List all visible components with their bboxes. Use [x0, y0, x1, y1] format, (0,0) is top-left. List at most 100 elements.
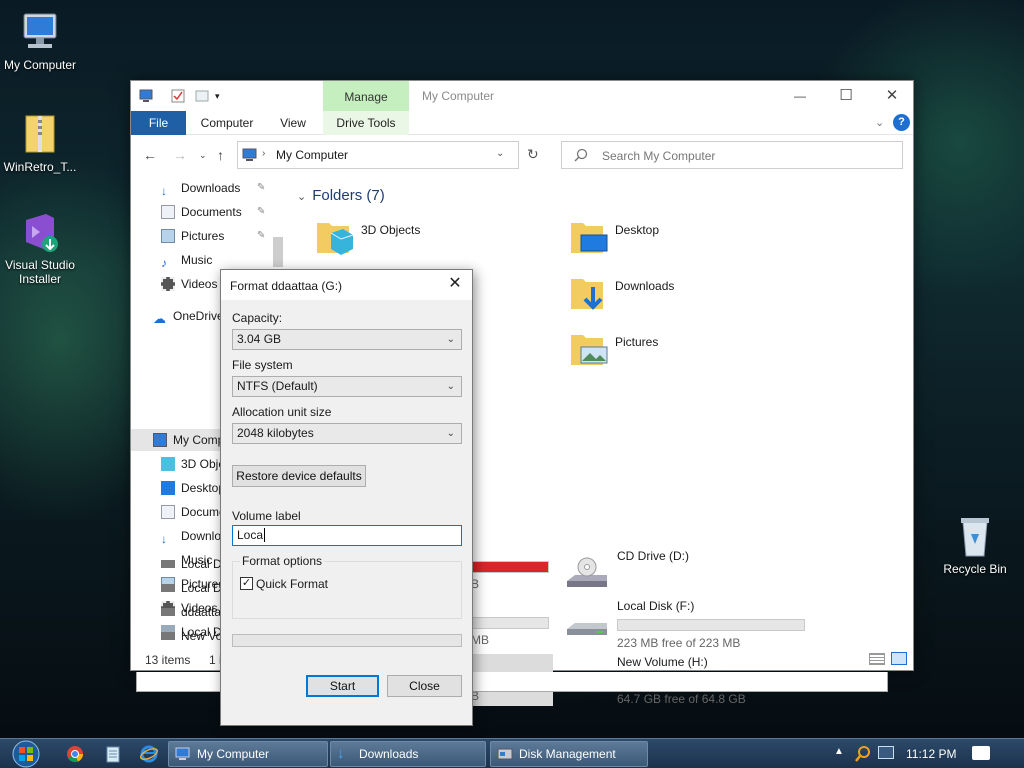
- chevron-down-icon: ⌄: [446, 381, 455, 392]
- pin-icon[interactable]: ✎: [257, 177, 265, 199]
- download-arrow-icon: ↓: [161, 532, 167, 546]
- nav-item-videos[interactable]: Videos: [161, 273, 217, 295]
- folder-downloads[interactable]: Downloads: [569, 273, 809, 321]
- search-icon: [574, 148, 588, 165]
- folder-3d-objects[interactable]: 3D Objects: [315, 217, 555, 265]
- nav-item-onedrive[interactable]: ☁ OneDrive: [153, 305, 224, 327]
- properties-icon[interactable]: [171, 89, 185, 103]
- film-icon: [161, 277, 175, 291]
- disk-management-icon: [497, 746, 513, 762]
- folders-group-header[interactable]: ⌄ Folders (7): [297, 187, 385, 204]
- nav-item-desktop[interactable]: Desktop: [161, 477, 225, 499]
- chevron-down-icon: ⌄: [297, 191, 307, 203]
- partial-drive-bar-1: [471, 561, 549, 573]
- chevron-down-icon: ⌄: [446, 334, 455, 345]
- desktop-icon-winretro[interactable]: WinRetro_T...: [0, 112, 80, 174]
- quick-format-label[interactable]: Quick Format: [256, 577, 328, 591]
- clock[interactable]: 11:12 PM: [906, 747, 956, 761]
- tab-file[interactable]: File: [131, 111, 186, 135]
- drive-icon: [161, 608, 175, 616]
- desktop-icon-visual-studio-installer[interactable]: Visual Studio Installer: [0, 210, 80, 286]
- tab-view[interactable]: View: [271, 111, 315, 135]
- nav-scrollbar[interactable]: [271, 173, 285, 273]
- computer-small-icon: [242, 148, 258, 165]
- download-arrow-icon: ↓: [337, 745, 345, 762]
- music-note-icon: ♪: [161, 256, 167, 270]
- folder-pictures[interactable]: Pictures: [569, 329, 809, 377]
- search-input[interactable]: Search My Computer: [602, 149, 715, 163]
- folder-desktop[interactable]: Desktop: [569, 217, 809, 265]
- folder-downloads-icon: [569, 273, 609, 313]
- details-view-icon[interactable]: [869, 653, 885, 665]
- drive-usage-bar: [617, 619, 805, 631]
- start-button[interactable]: [8, 740, 44, 768]
- minimize-button[interactable]: —: [777, 85, 823, 109]
- pin-icon[interactable]: ✎: [257, 225, 265, 247]
- close-button[interactable]: Close: [387, 675, 462, 697]
- desktop-icon-my-computer[interactable]: My Computer: [0, 10, 80, 72]
- restore-defaults-button[interactable]: Restore device defaults: [232, 465, 366, 487]
- taskbar-button-disk-management[interactable]: Disk Management: [490, 741, 648, 767]
- capacity-select[interactable]: 3.04 GB ⌄: [232, 329, 462, 350]
- tray-expand-icon[interactable]: ▲: [834, 746, 844, 757]
- desktop-icon: [161, 481, 175, 495]
- navigation-bar: ← → ⌄ ↑ › My Computer ⌄ ↻ Search My Comp…: [131, 136, 913, 172]
- content-scrollbar[interactable]: [899, 173, 913, 645]
- network-icon[interactable]: [878, 746, 894, 759]
- close-button[interactable]: ✕: [869, 85, 915, 109]
- help-icon[interactable]: ?: [893, 114, 910, 131]
- search-box[interactable]: Search My Computer: [561, 141, 903, 169]
- nav-item-music[interactable]: ♪ Music: [161, 249, 212, 271]
- internet-explorer-icon[interactable]: [140, 745, 158, 763]
- desktop-icon-recycle-bin[interactable]: Recycle Bin: [935, 514, 1015, 576]
- drive-icon: [161, 560, 175, 568]
- cube-icon: [161, 457, 175, 471]
- format-dialog-titlebar: Format ddaattaa (G:) ✕: [221, 270, 472, 300]
- chrome-icon[interactable]: [66, 745, 84, 763]
- forward-arrow-icon[interactable]: →: [173, 147, 187, 163]
- folder-desktop-icon: [569, 217, 609, 257]
- drive-cd-d[interactable]: CD Drive (D:): [565, 549, 815, 599]
- notification-icon[interactable]: [972, 746, 990, 760]
- partial-drive-bar-2: [471, 617, 549, 629]
- address-bar[interactable]: › My Computer ⌄: [237, 141, 519, 169]
- tab-computer[interactable]: Computer: [193, 111, 261, 135]
- up-arrow-icon[interactable]: ↑: [217, 147, 224, 163]
- back-arrow-icon[interactable]: ←: [143, 147, 157, 163]
- file-system-select[interactable]: NTFS (Default) ⌄: [232, 376, 462, 397]
- recent-dropdown-icon[interactable]: ⌄: [199, 150, 207, 161]
- nav-item-downloads[interactable]: ↓ Downloads ✎: [161, 177, 265, 199]
- partial-drive-text-2: MB: [471, 633, 489, 647]
- cd-drive-icon: [565, 557, 609, 593]
- taskbar-button-downloads[interactable]: ↓ Downloads: [330, 741, 486, 767]
- tab-manage[interactable]: Manage: [323, 81, 409, 111]
- quick-format-checkbox[interactable]: ✓: [240, 577, 253, 590]
- tab-drive-tools[interactable]: Drive Tools: [323, 111, 409, 135]
- pin-icon[interactable]: ✎: [257, 201, 265, 223]
- start-button[interactable]: Start: [306, 675, 379, 697]
- nav-item-documents[interactable]: Documents ✎: [161, 201, 265, 223]
- large-icons-view-icon[interactable]: [891, 652, 907, 665]
- ribbon-expand-icon[interactable]: ⌄: [875, 116, 884, 129]
- volume-label-input[interactable]: Loca: [232, 525, 462, 546]
- recycle-bin-icon: [953, 514, 997, 558]
- drive-icon: [161, 632, 175, 640]
- notepad-icon[interactable]: [104, 745, 122, 763]
- customize-dropdown-icon[interactable]: ▾: [215, 89, 229, 103]
- desktop-icon-label: Visual Studio Installer: [5, 258, 75, 286]
- address-dropdown-icon[interactable]: ⌄: [496, 148, 504, 159]
- close-icon[interactable]: ✕: [444, 273, 466, 295]
- chevron-down-icon: ⌄: [446, 428, 455, 439]
- maximize-button[interactable]: ☐: [823, 85, 869, 109]
- taskbar-button-my-computer[interactable]: My Computer: [168, 741, 328, 767]
- tray-search-icon[interactable]: [854, 745, 872, 766]
- allocation-unit-select[interactable]: 2048 kilobytes ⌄: [232, 423, 462, 444]
- window-title: My Computer: [422, 89, 495, 103]
- nav-item-ddaattaa[interactable]: ddaattaa: [161, 601, 228, 623]
- download-arrow-icon: ↓: [161, 184, 167, 198]
- nav-item-pictures[interactable]: Pictures ✎: [161, 225, 265, 247]
- folder-zip-icon: [18, 112, 62, 156]
- drive-local-disk-f[interactable]: Local Disk (F:) 223 MB free of 223 MB: [565, 599, 815, 650]
- refresh-icon[interactable]: ↻: [527, 146, 539, 163]
- new-folder-icon[interactable]: [195, 89, 209, 103]
